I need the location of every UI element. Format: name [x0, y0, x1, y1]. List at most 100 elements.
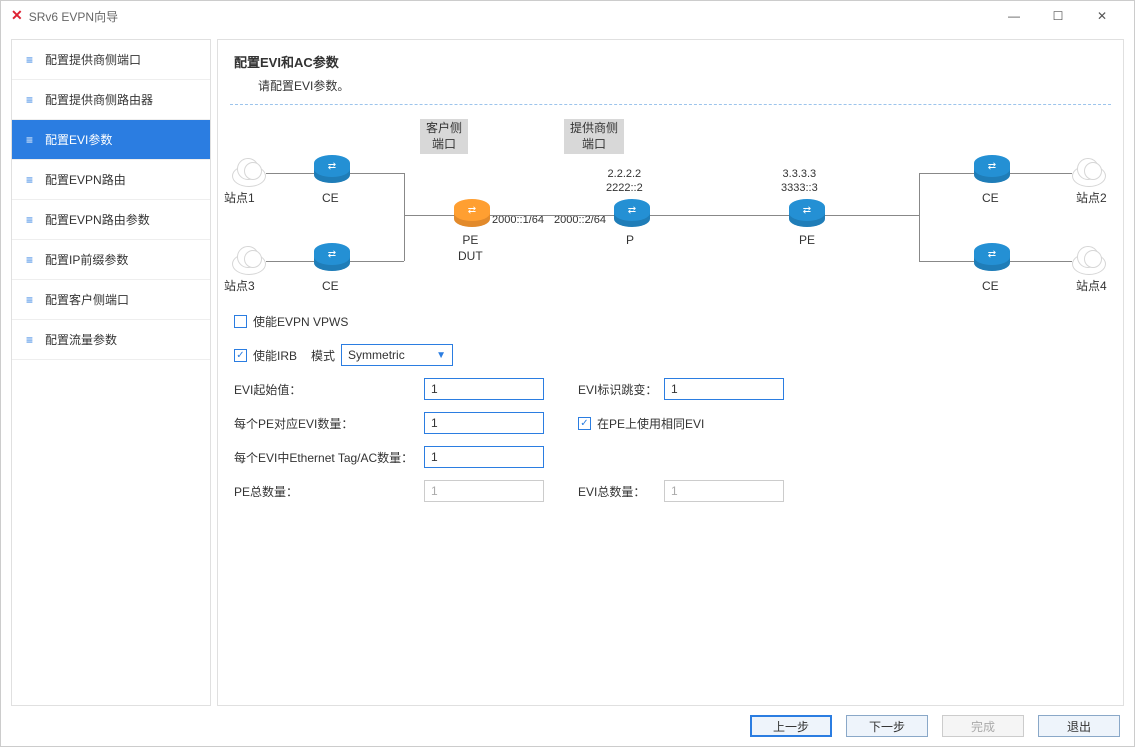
cloud-icon — [1072, 165, 1106, 187]
sidebar-item-provider-router[interactable]: ≡ 配置提供商侧路由器 — [12, 80, 210, 120]
site3-label: 站点3 — [224, 279, 255, 295]
separator — [230, 104, 1111, 105]
enable-vpws-checkbox[interactable] — [234, 315, 247, 328]
topology-link — [404, 215, 454, 216]
topology-link — [490, 215, 614, 216]
form-area: 使能EVPN VPWS 使能IRB 模式 Symmetric ▼ EVI起始值：… — [218, 295, 1123, 527]
next-button[interactable]: 下一步 — [846, 715, 928, 737]
ce-label: CE — [322, 191, 339, 207]
topology-link — [919, 261, 974, 262]
evi-start-label: EVI起始值： — [234, 381, 424, 398]
page-subtitle: 请配置EVI参数。 — [258, 77, 1107, 94]
ce-label: CE — [982, 279, 999, 295]
site2-label: 站点2 — [1076, 191, 1107, 207]
customer-port-label: 客户侧 端口 — [420, 119, 468, 154]
sidebar-item-label: 配置EVPN路由 — [45, 171, 126, 188]
exit-button[interactable]: 退出 — [1038, 715, 1120, 737]
close-button[interactable]: ✕ — [1080, 1, 1124, 31]
sidebar-item-label: 配置EVPN路由参数 — [45, 211, 150, 228]
pe-total-input — [424, 480, 544, 502]
hamburger-icon: ≡ — [26, 53, 31, 67]
router-pe-dut-icon: ⇄ — [454, 205, 490, 227]
sidebar-item-evpn-route[interactable]: ≡ 配置EVPN路由 — [12, 160, 210, 200]
prev-button[interactable]: 上一步 — [750, 715, 832, 737]
hamburger-icon: ≡ — [26, 93, 31, 107]
topology-link — [1010, 261, 1072, 262]
sidebar-item-ip-prefix-params[interactable]: ≡ 配置IP前缀参数 — [12, 240, 210, 280]
sidebar-item-label: 配置提供商侧路由器 — [45, 91, 153, 108]
enable-irb-checkbox[interactable] — [234, 349, 247, 362]
pe-total-label: PE总数量： — [234, 483, 424, 500]
hamburger-icon: ≡ — [26, 293, 31, 307]
ce-label: CE — [982, 191, 999, 207]
evi-step-label: EVI标识跳变： — [578, 381, 664, 398]
sidebar-item-label: 配置流量参数 — [45, 331, 117, 348]
topology-link — [266, 173, 314, 174]
chevron-down-icon: ▼ — [436, 350, 446, 361]
minimize-button[interactable]: — — [992, 1, 1036, 31]
pe-dut-label: PE DUT — [458, 233, 483, 264]
p-address: 2.2.2.2 2222::2 — [606, 167, 643, 196]
sidebar: ≡ 配置提供商侧端口 ≡ 配置提供商侧路由器 ≡ 配置EVI参数 ≡ 配置EVP… — [11, 39, 211, 706]
topology-link — [266, 261, 314, 262]
router-ce-icon: ⇄ — [314, 249, 350, 271]
hamburger-icon: ≡ — [26, 333, 31, 347]
mode-select[interactable]: Symmetric ▼ — [341, 344, 453, 366]
site1-label: 站点1 — [224, 191, 255, 207]
content-panel: 配置EVI和AC参数 请配置EVI参数。 客户侧 端口 提供商侧 端口 站点1 … — [217, 39, 1124, 706]
topology-link — [350, 173, 404, 174]
hamburger-icon: ≡ — [26, 253, 31, 267]
pe-label: PE — [799, 233, 815, 249]
p-label: P — [626, 233, 634, 249]
evi-step-input[interactable] — [664, 378, 784, 400]
topology-link — [404, 173, 405, 261]
router-ce-icon: ⇄ — [314, 161, 350, 183]
sidebar-item-customer-port[interactable]: ≡ 配置客户侧端口 — [12, 280, 210, 320]
mode-value: Symmetric — [348, 348, 405, 362]
finish-button: 完成 — [942, 715, 1024, 737]
topology-link — [825, 215, 919, 216]
sidebar-item-evpn-route-params[interactable]: ≡ 配置EVPN路由参数 — [12, 200, 210, 240]
window-controls: — ☐ ✕ — [992, 1, 1124, 31]
evi-start-input[interactable] — [424, 378, 544, 400]
sidebar-item-label: 配置客户侧端口 — [45, 291, 129, 308]
sidebar-item-evi-params[interactable]: ≡ 配置EVI参数 — [12, 120, 210, 160]
exit-button-label: 退出 — [1067, 718, 1091, 735]
evi-per-pe-label: 每个PE对应EVI数量： — [234, 415, 424, 432]
router-ce-icon: ⇄ — [974, 249, 1010, 271]
topology-link — [650, 215, 789, 216]
evi-per-pe-input[interactable] — [424, 412, 544, 434]
evi-total-input — [664, 480, 784, 502]
sidebar-item-label: 配置EVI参数 — [45, 131, 112, 148]
enable-irb-label: 使能IRB — [253, 347, 297, 364]
app-icon: ✕ — [11, 8, 23, 25]
same-evi-checkbox[interactable] — [578, 417, 591, 430]
evi-total-label: EVI总数量： — [578, 483, 664, 500]
cloud-icon — [232, 253, 266, 275]
footer: 上一步 下一步 完成 退出 — [1, 706, 1134, 746]
cloud-icon — [1072, 253, 1106, 275]
sidebar-item-traffic-params[interactable]: ≡ 配置流量参数 — [12, 320, 210, 360]
titlebar: ✕ SRv6 EVPN向导 — ☐ ✕ — [1, 1, 1134, 31]
prev-button-label: 上一步 — [773, 718, 809, 735]
window-title: SRv6 EVPN向导 — [29, 8, 118, 25]
topology-link — [919, 173, 974, 174]
hamburger-icon: ≡ — [26, 173, 31, 187]
sidebar-item-provider-port[interactable]: ≡ 配置提供商侧端口 — [12, 40, 210, 80]
topology-link — [350, 261, 404, 262]
content-header: 配置EVI和AC参数 请配置EVI参数。 — [218, 40, 1123, 100]
hamburger-icon: ≡ — [26, 213, 31, 227]
mode-label: 模式 — [311, 347, 335, 364]
sidebar-item-label: 配置提供商侧端口 — [45, 51, 141, 68]
cloud-icon — [232, 165, 266, 187]
page-title: 配置EVI和AC参数 — [234, 52, 1107, 71]
same-evi-label: 在PE上使用相同EVI — [597, 415, 704, 432]
next-button-label: 下一步 — [869, 718, 905, 735]
topology-diagram: 客户侧 端口 提供商侧 端口 站点1 ⇄ CE 站点3 ⇄ CE ⇄ PE DU… — [224, 115, 1117, 295]
tag-per-evi-input[interactable] — [424, 446, 544, 468]
router-p-icon: ⇄ — [614, 205, 650, 227]
hamburger-icon: ≡ — [26, 133, 31, 147]
tag-per-evi-label: 每个EVI中Ethernet Tag/AC数量： — [234, 449, 424, 466]
router-ce-icon: ⇄ — [974, 161, 1010, 183]
maximize-button[interactable]: ☐ — [1036, 1, 1080, 31]
